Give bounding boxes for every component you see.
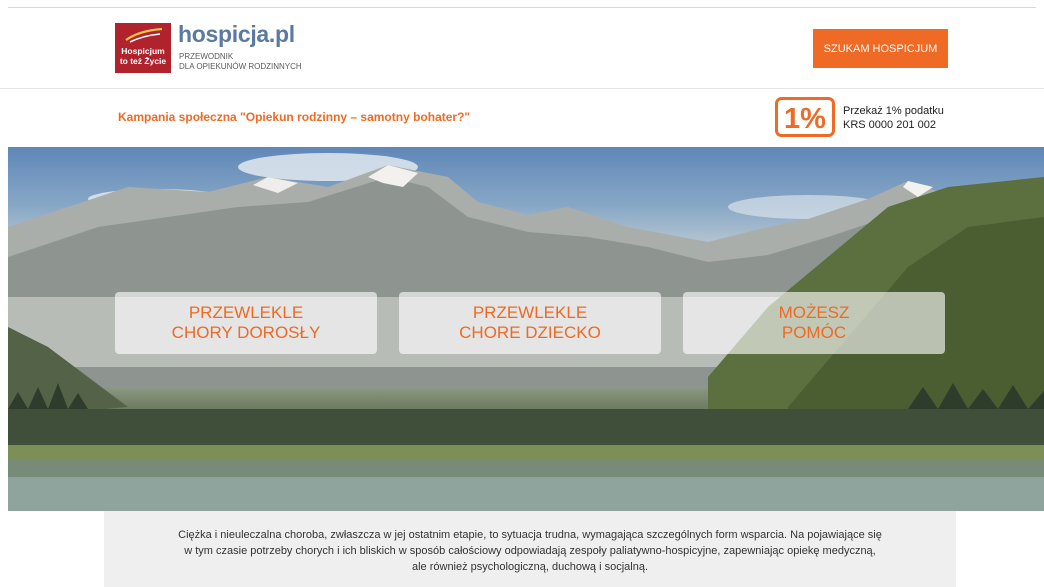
tile-chronic-child-line2: CHORE DZIECKO	[459, 323, 601, 342]
intro-text-panel: Ciężka i nieuleczalna choroba, zwłaszcza…	[104, 511, 956, 587]
one-percent-text: 1%	[784, 103, 826, 135]
tax-info[interactable]: Przekaż 1% podatku KRS 0000 201 002	[843, 104, 944, 132]
one-percent-icon[interactable]: 1%	[775, 97, 835, 137]
brand-subtitle-line1: PRZEWODNIK	[179, 52, 234, 61]
tile-you-can-help-line2: POMÓC	[781, 323, 847, 342]
brand-subtitle: PRZEWODNIK DLA OPIEKUNÓW RODZINNYCH	[179, 52, 302, 72]
tile-chronic-adult[interactable]: PRZEWLEKLE CHORY DOROSŁY	[115, 292, 377, 354]
campaign-link[interactable]: Kampania społeczna "Opiekun rodzinny – s…	[118, 110, 470, 124]
tile-chronic-child-line1: PRZEWLEKLE	[472, 303, 588, 322]
intro-line2: w tym czasie potrzeby chorych i ich blis…	[184, 545, 876, 557]
intro-line3: ale również psychologiczną, duchową i so…	[411, 561, 649, 573]
tile-you-can-help[interactable]: MOŻESZ POMÓC	[683, 292, 945, 354]
logo-text-line2: to też Życie	[119, 56, 167, 66]
tax-line2: KRS 0000 201 002	[843, 119, 936, 131]
tile-chronic-child[interactable]: PRZEWLEKLE CHORE DZIECKO	[399, 292, 661, 354]
intro-line1: Ciężka i nieuleczalna choroba, zwłaszcza…	[178, 529, 882, 541]
swoosh-icon	[125, 27, 163, 43]
site-header: Hospicjum to też Życie hospicja.pl PRZEW…	[0, 8, 1044, 88]
logo-text-line1: Hospicjum	[121, 46, 165, 56]
hospice-logo[interactable]: Hospicjum to też Życie	[115, 23, 171, 73]
brand-name[interactable]: hospicja.pl	[178, 21, 295, 48]
hero-banner: PRZEWLEKLE CHORY DOROSŁY PRZEWLEKLE CHOR…	[8, 147, 1044, 511]
brand-subtitle-line2: DLA OPIEKUNÓW RODZINNYCH	[179, 62, 302, 71]
tax-line1: Przekaż 1% podatku	[843, 105, 944, 117]
header-divider	[0, 88, 1044, 89]
tile-chronic-adult-line2: CHORY DOROSŁY	[171, 323, 321, 342]
tile-chronic-adult-line1: PRZEWLEKLE	[188, 303, 304, 322]
tile-you-can-help-line1: MOŻESZ	[778, 303, 850, 322]
find-hospice-button[interactable]: SZUKAM HOSPICJUM	[813, 29, 948, 68]
